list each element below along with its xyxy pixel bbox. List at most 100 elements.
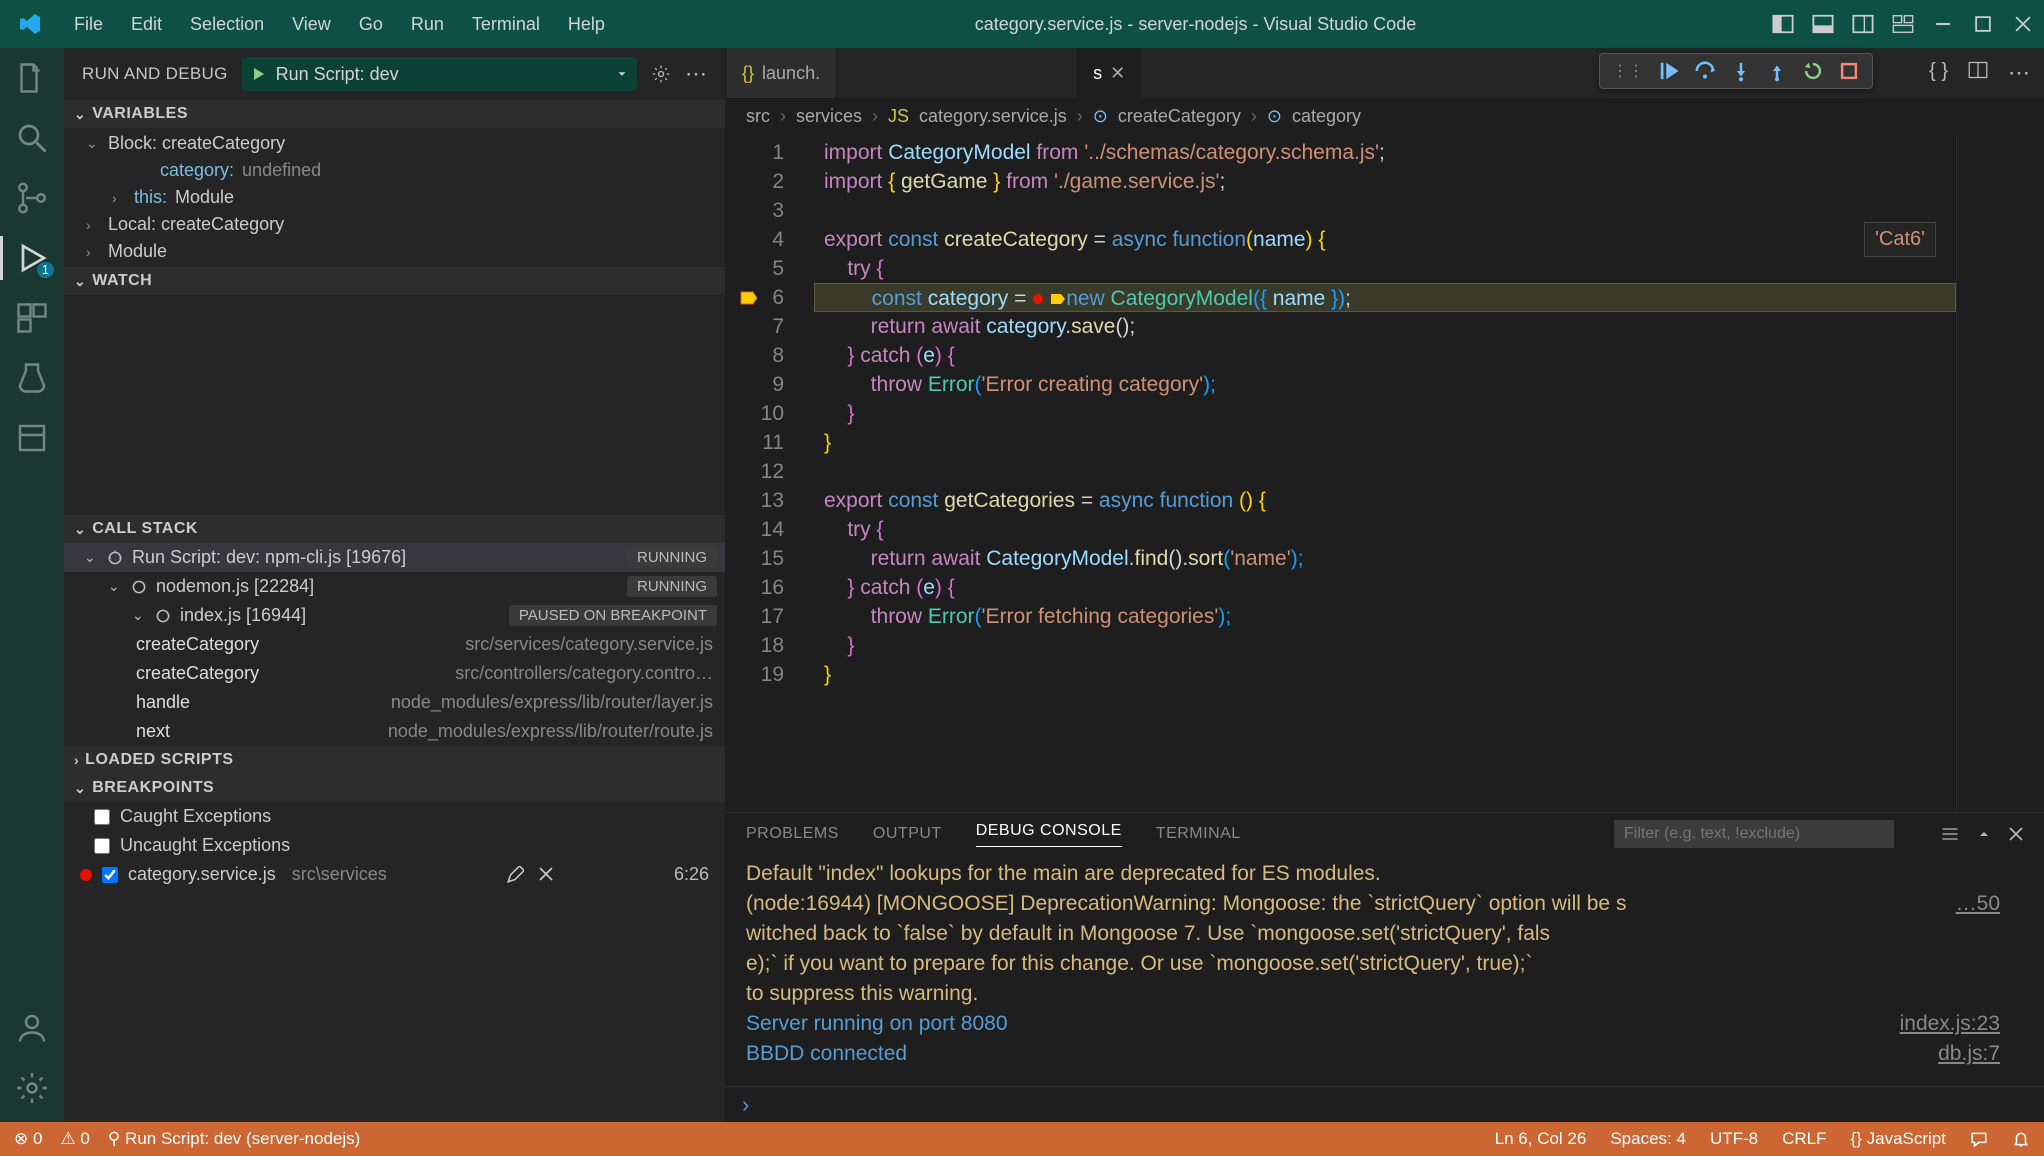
code-lines[interactable]: import CategoryModel from '../schemas/ca… <box>814 134 1956 812</box>
stack-frame[interactable]: createCategorysrc/controllers/category.c… <box>64 659 725 688</box>
minimize-icon[interactable] <box>1932 13 1954 35</box>
crumb-sym2[interactable]: category <box>1292 106 1361 127</box>
eol[interactable]: CRLF <box>1782 1129 1826 1149</box>
indent-setting[interactable]: Spaces: 4 <box>1610 1129 1686 1149</box>
crumb-file[interactable]: category.service.js <box>919 106 1067 127</box>
language-mode[interactable]: {} JavaScript <box>1851 1129 1946 1149</box>
scope-local[interactable]: ›Local: createCategory <box>64 211 725 238</box>
menu-go[interactable]: Go <box>345 8 397 41</box>
explorer-icon[interactable] <box>14 60 50 96</box>
menu-file[interactable]: File <box>60 8 117 41</box>
variables-section-header[interactable]: ⌄VARIABLES <box>64 100 725 128</box>
crumb-sym1[interactable]: createCategory <box>1118 106 1241 127</box>
bp-caught[interactable]: Caught Exceptions <box>64 802 725 831</box>
menu-help[interactable]: Help <box>554 8 619 41</box>
cursor-position[interactable]: Ln 6, Col 26 <box>1495 1129 1587 1149</box>
callstack-session-1[interactable]: ⌄ Run Script: dev: npm-cli.js [19676] RU… <box>64 543 725 572</box>
source-link[interactable]: index.js:23 <box>1900 1009 2000 1039</box>
notifications-icon[interactable] <box>2012 1130 2030 1148</box>
tab-problems[interactable]: PROBLEMS <box>746 825 839 843</box>
stack-frame[interactable]: createCategorysrc/services/category.serv… <box>64 630 725 659</box>
layout-right-icon[interactable] <box>1852 13 1874 35</box>
link-more[interactable]: …50 <box>1956 889 2000 919</box>
stack-frame[interactable]: nextnode_modules/express/lib/router/rout… <box>64 717 725 746</box>
tab-terminal[interactable]: TERMINAL <box>1156 825 1241 843</box>
close-icon[interactable] <box>2008 826 2024 842</box>
menu-edit[interactable]: Edit <box>117 8 176 41</box>
bp-item[interactable]: category.service.js src\services 6:26 <box>64 860 725 889</box>
warnings-count[interactable]: ⚠ 0 <box>60 1129 89 1149</box>
loaded-scripts-header[interactable]: ›LOADED SCRIPTS <box>64 746 725 774</box>
step-into-icon[interactable] <box>1730 60 1752 82</box>
watch-section-header[interactable]: ⌄WATCH <box>64 267 725 295</box>
continue-icon[interactable] <box>1658 60 1680 82</box>
menu-terminal[interactable]: Terminal <box>458 8 554 41</box>
statusbar: ⊗ 0 ⚠ 0 ⚲ Run Script: dev (server-nodejs… <box>0 1122 2044 1156</box>
layout-panel-icon[interactable] <box>1772 13 1794 35</box>
chevron-up-icon[interactable] <box>1976 826 1992 842</box>
stop-icon[interactable] <box>1838 60 1860 82</box>
stack-frame[interactable]: handlenode_modules/express/lib/router/la… <box>64 688 725 717</box>
testing-icon[interactable] <box>14 360 50 396</box>
console-prompt[interactable]: › <box>726 1086 2044 1122</box>
breadcrumb[interactable]: src› services› JScategory.service.js› ⊙c… <box>726 98 2044 134</box>
filter-settings-icon[interactable] <box>1940 824 1960 844</box>
code-editor[interactable]: 12345 6 78910111213141516171819 import C… <box>726 134 2044 812</box>
menu-view[interactable]: View <box>278 8 345 41</box>
menu-run[interactable]: Run <box>397 8 458 41</box>
callstack-session-2[interactable]: ⌄ nodemon.js [22284] RUNNING <box>64 572 725 601</box>
source-control-icon[interactable] <box>14 180 50 216</box>
errors-count[interactable]: ⊗ 0 <box>14 1129 42 1149</box>
feedback-icon[interactable] <box>1970 1130 1988 1148</box>
layout-bottom-icon[interactable] <box>1812 13 1834 35</box>
source-link[interactable]: db.js:7 <box>1938 1039 2000 1069</box>
tab-launch[interactable]: {}launch. <box>726 48 837 98</box>
step-out-icon[interactable] <box>1766 60 1788 82</box>
scope-module[interactable]: ›Module <box>64 238 725 265</box>
callstack-session-3[interactable]: ⌄ index.js [16944] PAUSED ON BREAKPOINT <box>64 601 725 630</box>
callstack-section-header[interactable]: ⌄CALL STACK <box>64 515 725 543</box>
checkbox[interactable] <box>102 867 118 883</box>
breakpoint-current-icon[interactable] <box>740 291 758 305</box>
close-icon[interactable] <box>538 866 554 882</box>
debug-status[interactable]: ⚲ Run Script: dev (server-nodejs) <box>108 1129 360 1149</box>
launch-settings-gear-icon[interactable] <box>651 64 671 84</box>
run-debug-icon[interactable]: 1 <box>14 240 50 276</box>
crumb-src[interactable]: src <box>746 106 770 127</box>
run-config-dropdown[interactable]: Run Script: dev <box>242 57 637 91</box>
extensions-icon[interactable] <box>14 300 50 336</box>
close-icon[interactable] <box>2012 13 2034 35</box>
menu-selection[interactable]: Selection <box>176 8 278 41</box>
more-icon[interactable]: ⋯ <box>2008 60 2030 86</box>
tab-output[interactable]: OUTPUT <box>873 825 942 843</box>
minimap[interactable] <box>1956 134 2044 812</box>
checkbox[interactable] <box>94 838 110 854</box>
search-icon[interactable] <box>14 120 50 156</box>
close-icon[interactable]: ✕ <box>1110 63 1125 84</box>
crumb-services[interactable]: services <box>796 106 862 127</box>
timeline-icon[interactable] <box>14 420 50 456</box>
edit-icon[interactable] <box>506 866 524 884</box>
console-body[interactable]: Default "index" lookups for the main are… <box>726 855 2044 1086</box>
checkbox[interactable] <box>94 809 110 825</box>
grip-icon[interactable]: ⋮⋮ <box>1612 61 1644 81</box>
braces-icon[interactable]: { } <box>1929 60 1948 86</box>
var-category[interactable]: category: undefined <box>64 157 725 184</box>
account-icon[interactable] <box>14 1010 50 1046</box>
bp-uncaught[interactable]: Uncaught Exceptions <box>64 831 725 860</box>
split-editor-icon[interactable] <box>1968 60 1988 80</box>
step-over-icon[interactable] <box>1694 60 1716 82</box>
more-icon[interactable]: ⋯ <box>685 61 707 87</box>
maximize-icon[interactable] <box>1972 13 1994 35</box>
tab-category-service[interactable]: s✕ <box>1077 48 1142 98</box>
layout-customize-icon[interactable] <box>1892 13 1914 35</box>
filter-input[interactable] <box>1614 820 1894 848</box>
debug-toolbar[interactable]: ⋮⋮ <box>1599 53 1873 89</box>
settings-gear-icon[interactable] <box>14 1070 50 1106</box>
encoding[interactable]: UTF-8 <box>1710 1129 1758 1149</box>
restart-icon[interactable] <box>1802 60 1824 82</box>
var-this[interactable]: ›this: Module <box>64 184 725 211</box>
tab-debug-console[interactable]: DEBUG CONSOLE <box>976 822 1122 847</box>
scope-block[interactable]: ⌄Block: createCategory <box>64 130 725 157</box>
breakpoints-header[interactable]: ⌄BREAKPOINTS <box>64 774 725 802</box>
